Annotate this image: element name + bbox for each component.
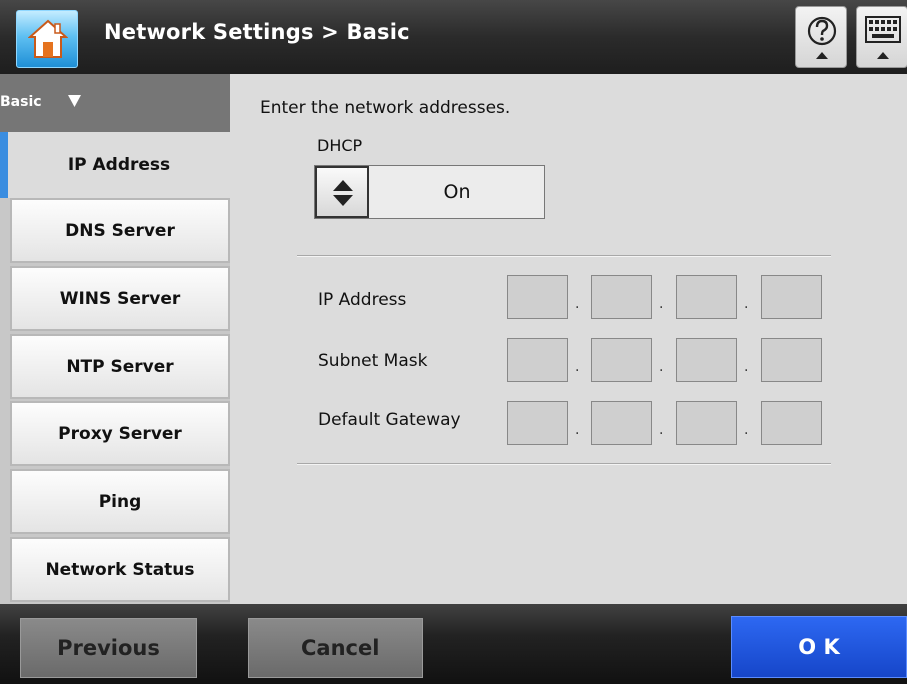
up-down-arrows-icon xyxy=(333,180,353,206)
sidebar-item-label: Proxy Server xyxy=(58,423,182,444)
octet-separator: . xyxy=(744,296,749,312)
sidebar-item-ip-address[interactable]: IP Address xyxy=(0,132,230,198)
dhcp-label: DHCP xyxy=(317,136,363,155)
network-settings-screen: Network Settings > Basic Basic IP Addres… xyxy=(0,0,907,684)
divider xyxy=(297,463,831,465)
sidebar-item-label: NTP Server xyxy=(66,356,174,377)
sidebar-item-label: WINS Server xyxy=(59,288,181,309)
sidebar-item-dns-server[interactable]: DNS Server xyxy=(10,198,230,263)
ip-address-octet-2[interactable] xyxy=(591,275,652,319)
dropdown-arrow-icon xyxy=(68,95,81,111)
keyboard-button[interactable] xyxy=(856,6,907,68)
instruction-text: Enter the network addresses. xyxy=(260,98,511,118)
sidebar-item-label: IP Address xyxy=(67,155,171,175)
octet-separator: . xyxy=(744,359,749,375)
main-panel: Enter the network addresses. DHCP On IP … xyxy=(230,74,907,604)
sidebar-item-label: Ping xyxy=(98,491,142,512)
octet-separator: . xyxy=(659,296,664,312)
octet-separator: . xyxy=(744,422,749,438)
ok-button[interactable]: O K xyxy=(731,616,907,678)
subnet-mask-octet-4[interactable] xyxy=(761,338,822,382)
dhcp-selector[interactable]: On xyxy=(314,165,545,219)
sidebar-item-label: DNS Server xyxy=(65,220,175,241)
home-icon xyxy=(28,19,68,58)
ip-address-label: IP Address xyxy=(318,290,407,310)
default-gateway-octet-4[interactable] xyxy=(761,401,822,445)
ip-address-octet-3[interactable] xyxy=(676,275,737,319)
page-title: Network Settings > Basic xyxy=(104,20,410,44)
previous-button[interactable]: Previous xyxy=(20,618,197,678)
divider xyxy=(297,255,831,257)
bottom-bar: Previous Cancel O K xyxy=(0,604,907,684)
sidebar-item-label: Network Status xyxy=(45,559,195,580)
octet-separator: . xyxy=(575,359,580,375)
subnet-mask-label: Subnet Mask xyxy=(318,351,428,371)
default-gateway-octet-1[interactable] xyxy=(507,401,568,445)
default-gateway-octet-2[interactable] xyxy=(591,401,652,445)
octet-separator: . xyxy=(575,422,580,438)
help-icon xyxy=(807,16,837,59)
sidebar-item-proxy-server[interactable]: Proxy Server xyxy=(10,401,230,466)
dhcp-toggle-button[interactable] xyxy=(315,166,369,218)
octet-separator: . xyxy=(659,359,664,375)
home-button[interactable] xyxy=(16,10,78,68)
sidebar-item-ntp-server[interactable]: NTP Server xyxy=(10,334,230,399)
sidebar-item-ping[interactable]: Ping xyxy=(10,469,230,534)
ip-address-octet-4[interactable] xyxy=(761,275,822,319)
keyboard-icon xyxy=(865,16,901,59)
ip-address-octet-1[interactable] xyxy=(507,275,568,319)
title-bar: Network Settings > Basic xyxy=(0,0,907,74)
sidebar-item-wins-server[interactable]: WINS Server xyxy=(10,266,230,331)
sidebar-item-network-status[interactable]: Network Status xyxy=(10,537,230,602)
subnet-mask-octet-3[interactable] xyxy=(676,338,737,382)
sidebar-section-label: Basic xyxy=(0,94,42,110)
dhcp-value: On xyxy=(443,181,471,203)
help-button[interactable] xyxy=(795,6,847,68)
subnet-mask-octet-2[interactable] xyxy=(591,338,652,382)
subnet-mask-octet-1[interactable] xyxy=(507,338,568,382)
octet-separator: . xyxy=(659,422,664,438)
cancel-button[interactable]: Cancel xyxy=(248,618,423,678)
sidebar-section-basic[interactable]: Basic xyxy=(0,74,230,132)
octet-separator: . xyxy=(575,296,580,312)
default-gateway-octet-3[interactable] xyxy=(676,401,737,445)
default-gateway-label: Default Gateway xyxy=(318,410,461,430)
sidebar: Basic IP Address DNS Server WINS Server … xyxy=(0,74,230,604)
